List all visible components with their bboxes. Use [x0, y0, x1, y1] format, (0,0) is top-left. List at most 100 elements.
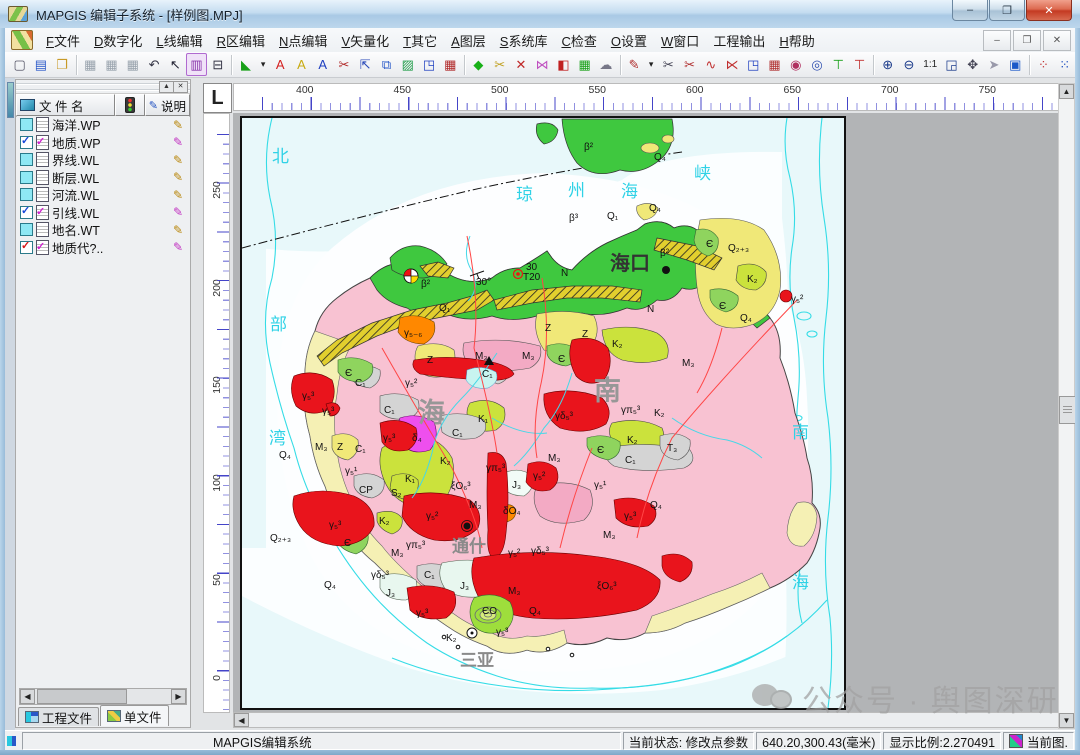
- file-row[interactable]: 界线.WL✎: [17, 151, 189, 169]
- area-cut-icon[interactable]: ✂: [489, 53, 510, 76]
- file-checkbox[interactable]: [20, 118, 33, 131]
- workspace-toggle-icon[interactable]: ▥: [186, 53, 207, 76]
- file-name[interactable]: 引线.WL: [52, 203, 173, 222]
- area-fill-icon[interactable]: ◧: [553, 53, 574, 76]
- point-attr-icon[interactable]: ◳: [418, 53, 439, 76]
- menu-item-数字化[interactable]: D数字化: [87, 29, 149, 52]
- file-name[interactable]: 地名.WT: [52, 220, 173, 239]
- file-name[interactable]: 地质代?..: [52, 238, 173, 257]
- point-table-icon[interactable]: ▦: [440, 53, 461, 76]
- menu-item-矢量化[interactable]: V矢量化: [334, 29, 396, 52]
- menu-item-点编辑[interactable]: N点编辑: [272, 29, 334, 52]
- menu-item-系统库[interactable]: S系统库: [493, 29, 555, 52]
- point-dropdown-icon[interactable]: ▾: [257, 53, 270, 76]
- file-name[interactable]: 海洋.WP: [52, 116, 173, 134]
- zoom-in-icon[interactable]: ⊕: [877, 53, 898, 76]
- tab-project-files[interactable]: 工程文件: [18, 707, 99, 726]
- pointer-gray-icon[interactable]: ➤: [983, 53, 1004, 76]
- file-checkbox[interactable]: [20, 206, 33, 219]
- file-checkbox[interactable]: [20, 241, 33, 254]
- text-yellow-icon[interactable]: A: [291, 53, 312, 76]
- area-grid-icon[interactable]: ▦: [574, 53, 595, 76]
- edit-state-icon[interactable]: ✎: [173, 205, 189, 219]
- full-extent-icon[interactable]: ▣: [1005, 53, 1026, 76]
- line-table-icon[interactable]: ▦: [764, 53, 785, 76]
- panel-hscrollbar[interactable]: ◀ ▶: [19, 688, 187, 705]
- zoom-1to1-icon[interactable]: 1:1: [920, 53, 941, 76]
- area-split-icon[interactable]: ✕: [510, 53, 531, 76]
- mdi-close-button[interactable]: ✕: [1043, 30, 1071, 51]
- node-edit-icon[interactable]: ∿: [700, 53, 721, 76]
- file-checkbox[interactable]: [20, 153, 33, 166]
- file-name[interactable]: 断层.WL: [52, 168, 173, 187]
- panel-hscroll-thumb[interactable]: [37, 689, 127, 704]
- zoom-out-icon[interactable]: ⊖: [898, 53, 919, 76]
- mdi-minimize-button[interactable]: ‒: [983, 30, 1011, 51]
- map-scroll-down-icon[interactable]: ▼: [1059, 713, 1074, 728]
- menu-item-帮助[interactable]: H帮助: [772, 29, 821, 52]
- close-button[interactable]: ✕: [1026, 0, 1072, 21]
- minimize-button[interactable]: ‒: [952, 0, 988, 21]
- map-vscroll-thumb[interactable]: [1059, 396, 1076, 424]
- menu-item-区编辑[interactable]: R区编辑: [210, 29, 272, 52]
- mdi-restore-button[interactable]: ❐: [1013, 30, 1041, 51]
- point-copy-icon[interactable]: ⧉: [376, 53, 397, 76]
- scroll-right-icon[interactable]: ▶: [171, 689, 186, 704]
- menu-item-检查[interactable]: C检查: [554, 29, 603, 52]
- line-edit-icon[interactable]: ✎: [623, 53, 644, 76]
- file-row[interactable]: 引线.WL✎: [17, 204, 189, 222]
- ruler-origin-button[interactable]: L: [203, 83, 232, 113]
- line-dropdown-icon[interactable]: ▾: [645, 53, 658, 76]
- scroll-left-icon[interactable]: ◀: [20, 689, 35, 704]
- save-icon[interactable]: ▦: [80, 53, 101, 76]
- zoom-window-icon[interactable]: ◲: [941, 53, 962, 76]
- column-state[interactable]: [115, 94, 145, 116]
- menu-item-工程输出[interactable]: 工程输出: [706, 29, 772, 52]
- file-row[interactable]: 断层.WL✎: [17, 169, 189, 187]
- edit-state-icon[interactable]: ✎: [173, 118, 189, 132]
- contour-grid-icon[interactable]: ◎: [806, 53, 827, 76]
- file-checkbox[interactable]: [20, 136, 33, 149]
- print-icon[interactable]: ⊟: [207, 53, 228, 76]
- node-link-icon[interactable]: ⋉: [721, 53, 742, 76]
- panel-grip[interactable]: ▲ ✕: [16, 80, 190, 94]
- file-checkbox[interactable]: [20, 223, 33, 236]
- map-canvas[interactable]: 北部湾琼州海峡南海海口海南通什三亚β²Q₄Q₄Q₁β³β²NЄQ₂₊₃K₂γ₅²…: [233, 113, 1080, 713]
- edit-state-icon[interactable]: ✎: [173, 135, 189, 149]
- map-vscrollbar[interactable]: ▲ ▼: [1058, 83, 1075, 729]
- menu-item-文件[interactable]: F文件: [39, 29, 87, 52]
- edit-state-icon[interactable]: ✎: [173, 223, 189, 237]
- menu-item-线编辑[interactable]: L线编辑: [149, 29, 209, 52]
- line-attr-icon[interactable]: ◳: [743, 53, 764, 76]
- menu-item-其它[interactable]: T其它: [396, 29, 444, 52]
- column-description[interactable]: ✎ 说明: [145, 94, 190, 116]
- new-file-icon[interactable]: ▢: [9, 53, 30, 76]
- area-cloud-icon[interactable]: ☁: [595, 53, 616, 76]
- map-scroll-up-icon[interactable]: ▲: [1059, 84, 1074, 99]
- map-hscrollbar[interactable]: ◀ ▶: [233, 712, 1080, 728]
- point-cut-icon[interactable]: ✂: [333, 53, 354, 76]
- area-nodes-icon[interactable]: ⋈: [532, 53, 553, 76]
- line-cut-icon[interactable]: ✂: [658, 53, 679, 76]
- edit-state-icon[interactable]: ✎: [173, 170, 189, 184]
- column-filename[interactable]: 文 件 名: [16, 94, 115, 116]
- pan-hand-icon[interactable]: ✥: [962, 53, 983, 76]
- map-document[interactable]: 北部湾琼州海峡南海海口海南通什三亚β²Q₄Q₄Q₁β³β²NЄQ₂₊₃K₂γ₅²…: [240, 116, 846, 710]
- help-pointer-icon[interactable]: ↖: [165, 53, 186, 76]
- edit-state-icon[interactable]: ✎: [173, 153, 189, 167]
- file-row[interactable]: 海洋.WP✎: [17, 116, 189, 134]
- edit-state-icon[interactable]: ✎: [173, 188, 189, 202]
- point-paste-icon[interactable]: ▨: [397, 53, 418, 76]
- menu-item-设置[interactable]: O设置: [604, 29, 654, 52]
- file-row[interactable]: 地质代?..✎: [17, 239, 189, 257]
- open-report-icon[interactable]: ▤: [30, 53, 51, 76]
- file-row[interactable]: 地名.WT✎: [17, 221, 189, 239]
- text-red-icon[interactable]: A: [270, 53, 291, 76]
- save-project-icon[interactable]: ▦: [122, 53, 143, 76]
- map-scroll-left-icon[interactable]: ◀: [234, 713, 249, 727]
- line-trim-icon[interactable]: ✂: [679, 53, 700, 76]
- area-create-icon[interactable]: ◆: [468, 53, 489, 76]
- file-checkbox[interactable]: [20, 188, 33, 201]
- file-checkbox[interactable]: [20, 171, 33, 184]
- save-all-icon[interactable]: ▦: [101, 53, 122, 76]
